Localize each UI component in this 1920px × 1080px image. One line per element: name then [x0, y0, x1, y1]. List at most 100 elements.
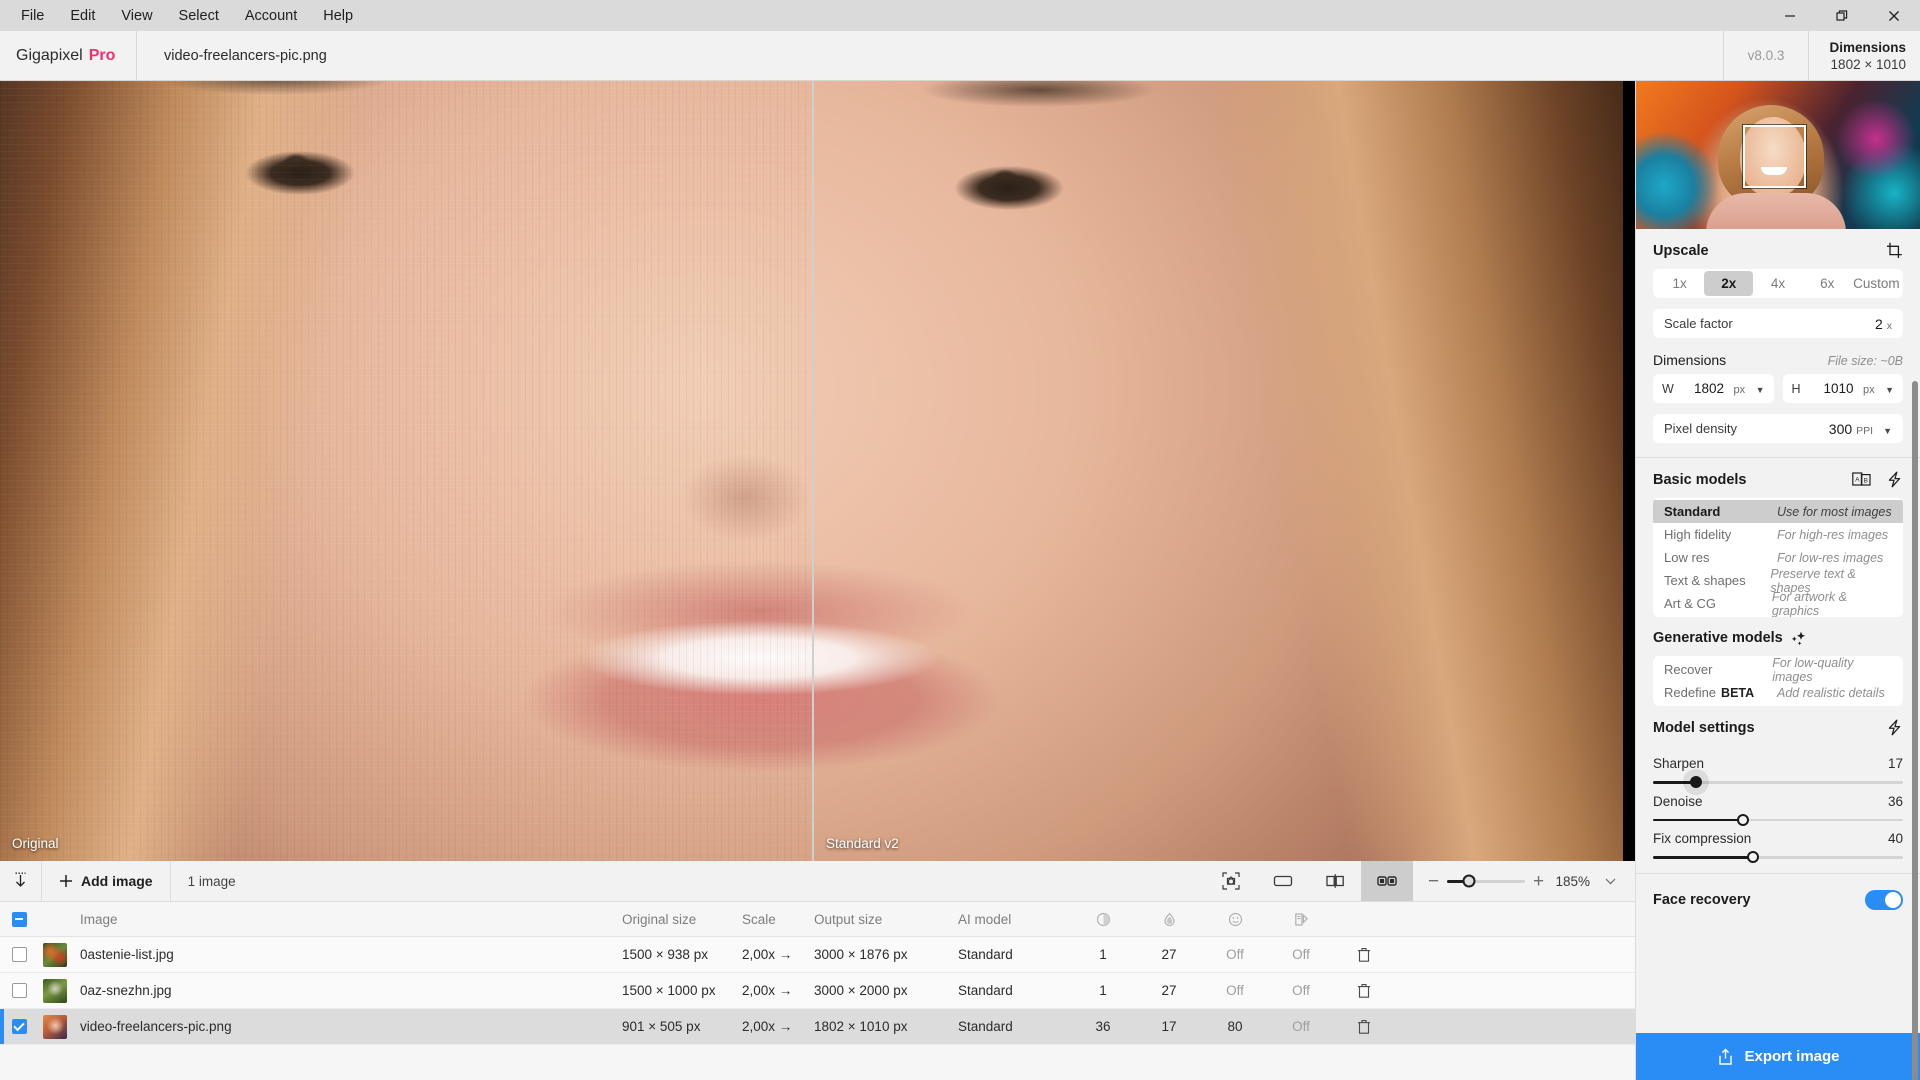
focus-view-button[interactable]: [1205, 861, 1257, 901]
select-all-checkbox[interactable]: [12, 912, 27, 927]
header-dimensions-value: 1802 × 1010: [1831, 56, 1906, 73]
row-delete-button[interactable]: [1334, 1019, 1394, 1035]
row-delete-button[interactable]: [1334, 983, 1394, 999]
close-button[interactable]: [1868, 0, 1920, 31]
model-name-group: RedefineBETA: [1664, 685, 1777, 700]
row-sharpen-value: 36: [1070, 1019, 1136, 1034]
row-scale: 2,00x →: [742, 983, 814, 998]
add-image-button[interactable]: Add image: [42, 861, 171, 901]
auto-model-settings-button[interactable]: [1886, 719, 1903, 736]
header-dimensions-label: Dimensions: [1829, 39, 1906, 56]
face-recovery-toggle[interactable]: [1865, 890, 1903, 910]
upscale-preset-custom[interactable]: Custom: [1852, 271, 1901, 296]
row-ai-model[interactable]: Standard: [958, 947, 1070, 962]
upscale-preset-2x[interactable]: 2x: [1704, 271, 1753, 296]
model-option-standard[interactable]: Standard Use for most images: [1653, 500, 1903, 523]
export-image-label: Export image: [1744, 1048, 1839, 1065]
pixel-density-field[interactable]: Pixel density 300 PPI ▼: [1653, 414, 1903, 443]
pixel-density-chevron-down-icon[interactable]: ▼: [1883, 426, 1892, 436]
column-header-output-size[interactable]: Output size: [814, 912, 958, 927]
sharpen-slider-handle[interactable]: [1690, 776, 1702, 788]
row-select-cell[interactable]: [0, 947, 38, 962]
crop-button[interactable]: [1886, 242, 1903, 259]
column-header-image[interactable]: Image: [72, 912, 622, 927]
current-filename-tab[interactable]: video-freelancers-pic.png: [137, 31, 1723, 80]
menu-item-account[interactable]: Account: [232, 0, 310, 31]
column-header-ai-model[interactable]: AI model: [958, 912, 1070, 927]
menu-item-select[interactable]: Select: [166, 0, 232, 31]
menu-item-file[interactable]: File: [8, 0, 57, 31]
table-row[interactable]: 0astenie-list.jpg 1500 × 938 px 2,00x → …: [0, 937, 1635, 973]
denoise-slider-handle[interactable]: [1737, 814, 1749, 826]
model-option-recover[interactable]: Recover For low-quality images: [1653, 658, 1903, 681]
table-row[interactable]: 0az-snezhn.jpg 1500 × 1000 px 2,00x → 30…: [0, 973, 1635, 1009]
height-unit-chevron-down-icon[interactable]: ▼: [1885, 385, 1894, 395]
upscaled-preview-pane[interactable]: [814, 81, 1635, 861]
upscale-preset-6x[interactable]: 6x: [1803, 271, 1852, 296]
menu-item-help[interactable]: Help: [310, 0, 366, 31]
row-checkbox[interactable]: [12, 983, 27, 998]
model-option-high-fidelity[interactable]: High fidelity For high-res images: [1653, 523, 1903, 546]
close-icon: [1888, 10, 1900, 22]
row-ai-model[interactable]: Standard: [958, 983, 1070, 998]
face-detection-box[interactable]: [1743, 125, 1806, 188]
maximize-button[interactable]: [1816, 0, 1868, 31]
comparison-divider[interactable]: [812, 81, 814, 861]
settings-scrollbar[interactable]: [1912, 381, 1918, 1080]
row-delete-button[interactable]: [1334, 947, 1394, 963]
side-by-side-view-button[interactable]: [1361, 861, 1413, 901]
fix-compression-slider[interactable]: [1653, 856, 1903, 859]
width-unit-chevron-down-icon[interactable]: ▼: [1756, 385, 1765, 395]
auto-settings-button[interactable]: [1886, 471, 1903, 488]
upscale-preset-1x[interactable]: 1x: [1655, 271, 1704, 296]
navigator-preview[interactable]: [1636, 81, 1920, 229]
column-header-scale[interactable]: Scale: [742, 912, 814, 927]
denoise-slider[interactable]: [1653, 819, 1903, 822]
zoom-slider-handle[interactable]: [1462, 875, 1475, 888]
single-view-button[interactable]: [1257, 861, 1309, 901]
row-fix-compression-value: Off: [1268, 1019, 1334, 1034]
width-unit: px: [1734, 384, 1746, 396]
image-comparison-canvas[interactable]: Original Standard v2: [0, 81, 1635, 861]
scale-factor-field[interactable]: Scale factor 2 x: [1653, 309, 1903, 338]
current-filename: video-freelancers-pic.png: [164, 48, 327, 64]
zoom-slider[interactable]: [1447, 880, 1525, 883]
row-scale-arrow: →: [779, 1019, 793, 1034]
menu-item-edit[interactable]: Edit: [57, 0, 108, 31]
fix-compression-slider-handle[interactable]: [1747, 851, 1759, 863]
row-select-cell[interactable]: [0, 1019, 38, 1034]
model-option-redefine[interactable]: RedefineBETA Add realistic details: [1653, 681, 1903, 704]
table-row[interactable]: video-freelancers-pic.png 901 × 505 px 2…: [0, 1009, 1635, 1045]
download-button[interactable]: [0, 861, 42, 901]
select-all-cell[interactable]: [0, 912, 38, 927]
original-preview-pane[interactable]: [0, 81, 812, 861]
model-option-art-and-cg[interactable]: Art & CG For artwork & graphics: [1653, 592, 1903, 615]
column-header-original-size[interactable]: Original size: [622, 912, 742, 927]
column-header-fix-compression[interactable]: [1268, 912, 1334, 927]
column-header-face-recovery[interactable]: [1202, 912, 1268, 927]
sharpen-icon: [1096, 912, 1111, 927]
export-image-button[interactable]: Export image: [1636, 1033, 1920, 1080]
settings-scroll-area[interactable]: Upscale 1x 2x 4x 6x: [1636, 229, 1920, 1080]
sharpen-slider[interactable]: [1653, 781, 1903, 784]
upscale-preset-4x[interactable]: 4x: [1753, 271, 1802, 296]
row-checkbox[interactable]: [12, 947, 27, 962]
zoom-in-button[interactable]: +: [1532, 872, 1545, 891]
menu-item-view[interactable]: View: [108, 0, 165, 31]
column-header-denoise[interactable]: [1136, 912, 1202, 927]
column-header-sharpen[interactable]: [1070, 912, 1136, 927]
zoom-out-button[interactable]: −: [1427, 872, 1440, 891]
width-field[interactable]: W 1802 px ▼: [1653, 374, 1774, 403]
model-name: Standard: [1664, 504, 1777, 519]
row-checkbox[interactable]: [12, 1019, 27, 1034]
row-select-cell[interactable]: [0, 983, 38, 998]
rectangle-icon: [1272, 871, 1294, 891]
zoom-dropdown-button[interactable]: [1597, 872, 1626, 890]
split-view-button[interactable]: [1309, 861, 1361, 901]
row-original-size: 1500 × 1000 px: [622, 983, 742, 998]
height-field[interactable]: H 1010 px ▼: [1783, 374, 1904, 403]
row-ai-model[interactable]: Standard: [958, 1019, 1070, 1034]
minimize-button[interactable]: [1764, 0, 1816, 31]
row-scale-value: 2,00x: [742, 947, 775, 962]
ab-compare-button[interactable]: A B: [1852, 471, 1871, 488]
